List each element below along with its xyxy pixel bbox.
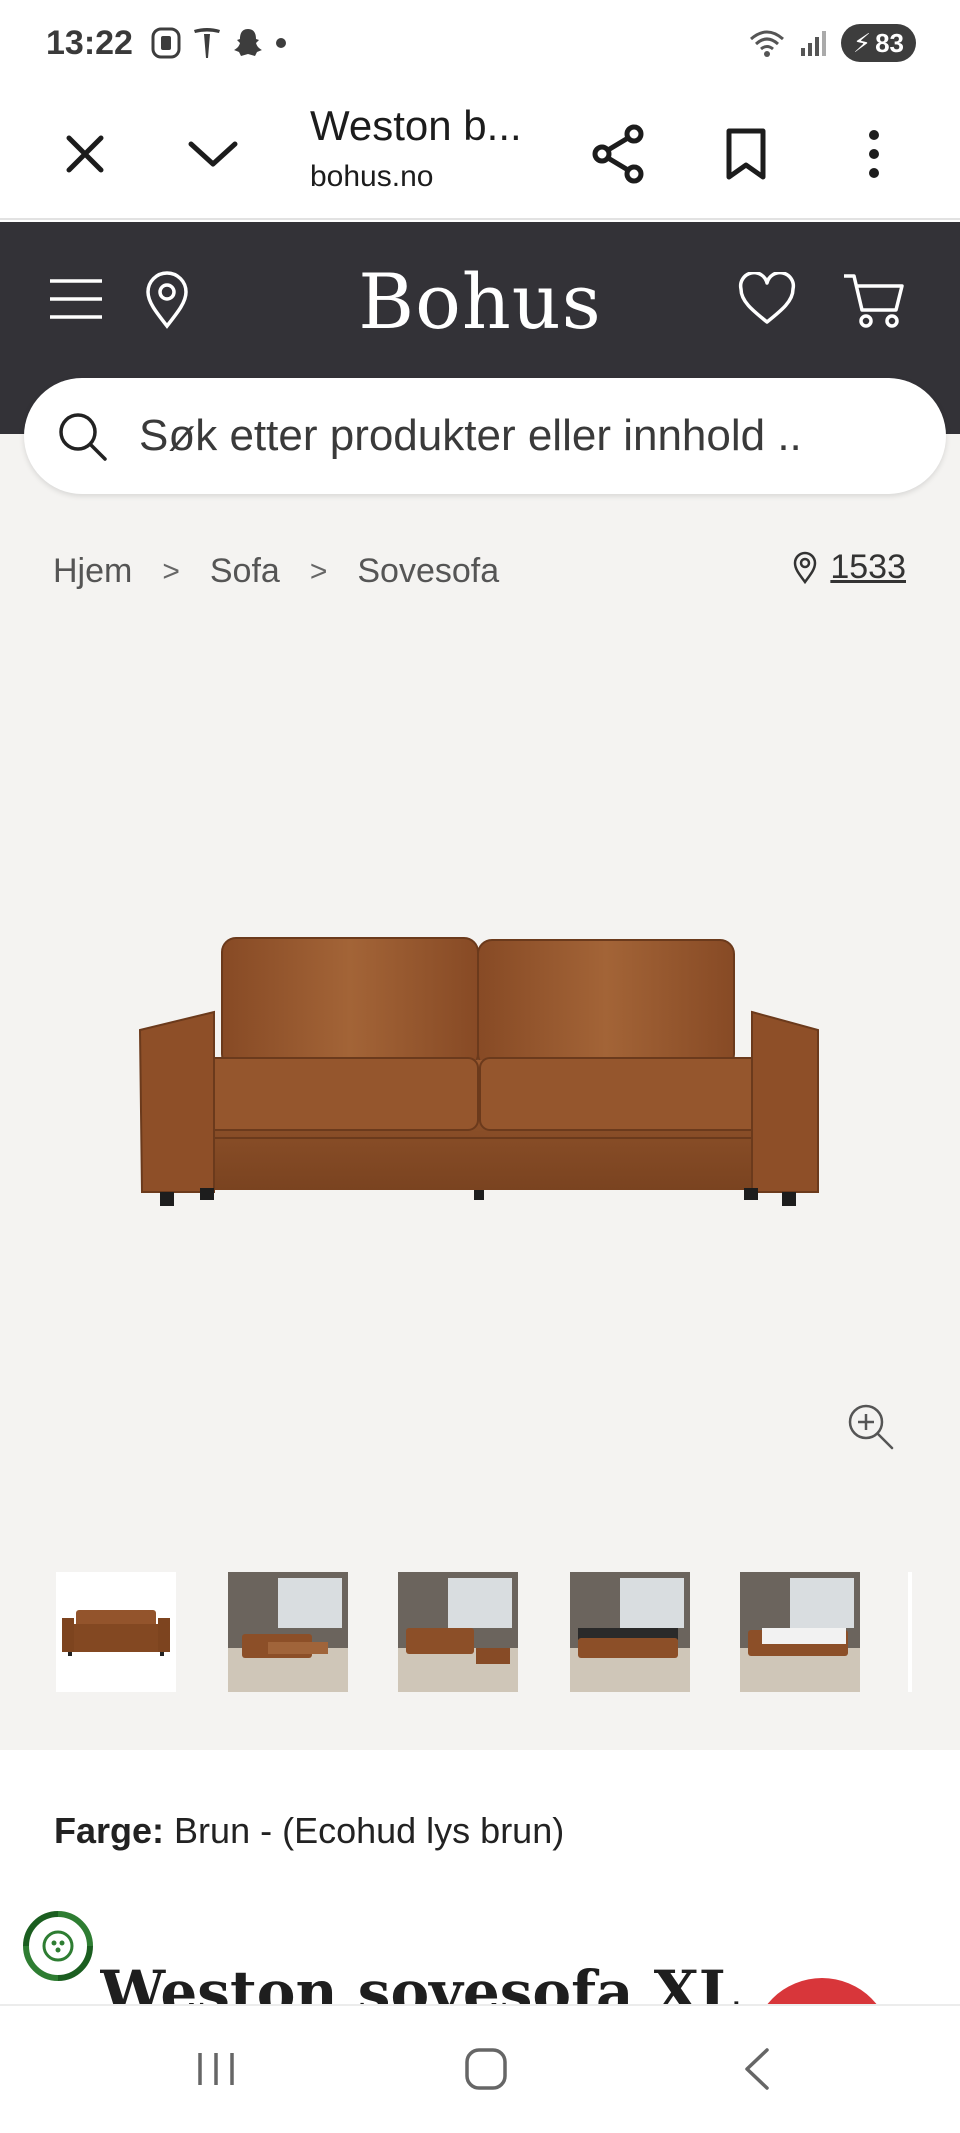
color-value: Brun - (Ecohud lys brun)	[174, 1810, 565, 1851]
more-notifications-dot	[276, 38, 286, 48]
breadcrumb: Hjem > Sofa > Sovesofa	[53, 552, 499, 591]
search-bar[interactable]	[24, 378, 946, 494]
home-button[interactable]	[446, 2034, 526, 2104]
battery-level: 83	[875, 27, 904, 58]
thumbnail-room-ottoman-image	[398, 1572, 518, 1692]
back-chevron-icon	[745, 2048, 769, 2090]
selected-store[interactable]: 1533	[792, 548, 906, 587]
page-domain[interactable]: bohus.no	[310, 160, 433, 194]
thumbnail-5[interactable]	[740, 1572, 860, 1692]
bohus-logo[interactable]: Bohus	[0, 257, 960, 346]
thumbnail-1[interactable]	[56, 1572, 176, 1692]
minimize-tab-button[interactable]	[173, 114, 253, 194]
status-time: 13:22	[46, 24, 133, 62]
store-number[interactable]: 1533	[830, 548, 906, 587]
share-icon	[592, 124, 644, 184]
close-icon	[66, 135, 104, 173]
product-main-image[interactable]	[130, 920, 830, 1220]
close-tab-button[interactable]	[45, 114, 125, 194]
browser-toolbar: Weston b... bohus.no	[0, 88, 960, 220]
breadcrumb-item-sofa[interactable]: Sofa	[210, 552, 280, 591]
search-input[interactable]	[139, 402, 919, 470]
thumbnail-room-bed-image	[740, 1572, 860, 1692]
thumbnail-6-edge[interactable]	[908, 1572, 912, 1692]
thumbnail-3[interactable]	[398, 1572, 518, 1692]
shopping-cart-icon	[844, 274, 904, 328]
color-info: Farge: Brun - (Ecohud lys brun)	[54, 1810, 564, 1852]
battery-leaf-icon: ⚡	[852, 27, 872, 58]
recycle-eco-icon	[23, 1911, 93, 1981]
bookmark-button[interactable]	[706, 114, 786, 194]
location-pin-icon	[794, 551, 817, 584]
color-label: Farge:	[54, 1810, 165, 1851]
zoom-in-icon	[848, 1404, 894, 1450]
heart-icon	[738, 272, 796, 324]
chevron-right-icon: >	[309, 554, 328, 588]
thumbnail-room-image	[228, 1572, 348, 1692]
thumbnail-sofa-front-image	[56, 1572, 176, 1692]
chevron-down-icon	[188, 141, 238, 167]
snapchat-icon	[234, 29, 262, 56]
breadcrumb-item-sovesofa[interactable]: Sovesofa	[357, 552, 499, 591]
notification-icons	[150, 26, 288, 60]
system-icons: ⚡ 83	[747, 24, 916, 62]
bookmark-icon	[726, 128, 766, 180]
recent-apps-button[interactable]	[176, 2034, 256, 2104]
home-icon	[465, 2048, 507, 2090]
wifi-icon	[749, 30, 784, 57]
chevron-right-icon: >	[162, 554, 180, 588]
eco-badge[interactable]	[18, 1906, 98, 1991]
more-options-button[interactable]	[834, 114, 914, 194]
search-icon	[59, 413, 107, 461]
more-vertical-icon	[869, 130, 879, 178]
back-button[interactable]	[716, 2034, 796, 2104]
page-title[interactable]: Weston b...	[310, 102, 530, 150]
zoom-button[interactable]	[846, 1402, 896, 1457]
thumbnail-strip	[56, 1572, 960, 1696]
product-title: Weston sovesofa XL	[100, 1958, 740, 2006]
thumbnail-4[interactable]	[570, 1572, 690, 1692]
tesla-icon	[194, 28, 220, 58]
wishlist-button[interactable]	[738, 272, 796, 326]
recent-apps-icon	[198, 2053, 234, 2085]
cart-button[interactable]	[842, 270, 906, 330]
android-nav-bar	[0, 2004, 960, 2133]
battery-indicator: ⚡ 83	[840, 24, 916, 62]
signal-icon	[800, 31, 826, 56]
status-bar: 13:22 ⚡ 83	[0, 0, 960, 88]
thumbnail-2[interactable]	[228, 1572, 348, 1692]
notification-app-icon	[151, 27, 181, 59]
share-button[interactable]	[578, 114, 658, 194]
breadcrumb-item-home[interactable]: Hjem	[53, 552, 132, 591]
thumbnail-room-storage-image	[570, 1572, 690, 1692]
